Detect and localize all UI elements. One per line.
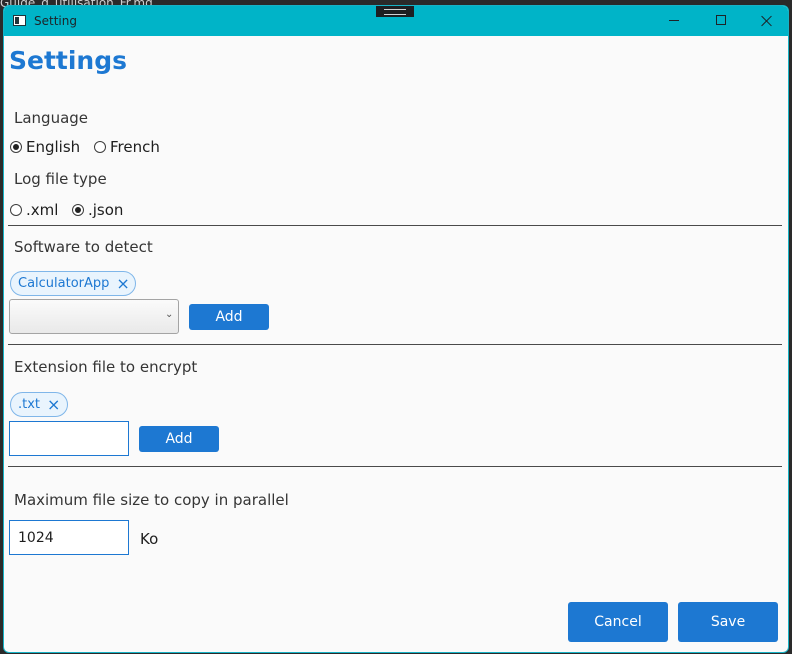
radio-unselected-icon <box>10 204 22 216</box>
section-divider <box>8 344 782 345</box>
app-icon <box>13 15 26 26</box>
chevron-down-icon: ⌄ <box>165 309 174 320</box>
log-type-xml-label: .xml <box>26 201 59 219</box>
language-label: Language <box>14 109 89 127</box>
extension-tag[interactable]: .txt × <box>10 392 68 417</box>
language-french-label: French <box>110 138 160 156</box>
radio-unselected-icon <box>94 141 106 153</box>
software-tag[interactable]: CalculatorApp × <box>10 271 136 296</box>
language-english-radio[interactable]: English <box>10 138 80 156</box>
minimize-button[interactable] <box>652 6 698 36</box>
cancel-button[interactable]: Cancel <box>568 602 668 642</box>
close-button[interactable] <box>744 6 788 36</box>
extension-input[interactable] <box>9 421 129 456</box>
extension-to-encrypt-label: Extension file to encrypt <box>14 358 198 376</box>
extension-tag-label: .txt <box>18 397 41 412</box>
max-file-size-input[interactable]: 1024 <box>9 520 129 555</box>
add-extension-button[interactable]: Add <box>139 426 219 452</box>
section-divider <box>8 225 782 226</box>
page-title: Settings <box>9 46 128 75</box>
remove-tag-icon[interactable]: × <box>47 396 60 413</box>
language-english-label: English <box>26 138 81 156</box>
remove-tag-icon[interactable]: × <box>116 275 129 292</box>
title-bar: Setting <box>4 6 788 36</box>
max-file-size-label: Maximum file size to copy in parallel <box>14 491 289 509</box>
section-divider <box>8 466 782 467</box>
save-button[interactable]: Save <box>678 602 778 642</box>
software-to-detect-label: Software to detect <box>14 238 153 256</box>
settings-window: Setting Settings Language English French… <box>3 5 789 653</box>
software-dropdown[interactable]: ⌄ <box>9 299 179 334</box>
file-size-unit: Ko <box>140 530 159 548</box>
add-software-button[interactable]: Add <box>189 304 269 330</box>
log-type-json-radio[interactable]: .json <box>72 201 123 219</box>
maximize-button[interactable] <box>698 6 744 36</box>
maximize-icon <box>716 15 726 25</box>
log-type-xml-radio[interactable]: .xml <box>10 201 58 219</box>
minimize-icon <box>669 20 679 21</box>
window-title: Setting <box>34 14 77 28</box>
radio-selected-icon <box>72 204 84 216</box>
software-tag-label: CalculatorApp <box>18 276 110 291</box>
log-type-json-label: .json <box>88 201 124 219</box>
language-french-radio[interactable]: French <box>94 138 160 156</box>
log-file-type-label: Log file type <box>14 170 107 188</box>
drag-handle-icon[interactable] <box>376 6 414 17</box>
radio-selected-icon <box>10 141 22 153</box>
